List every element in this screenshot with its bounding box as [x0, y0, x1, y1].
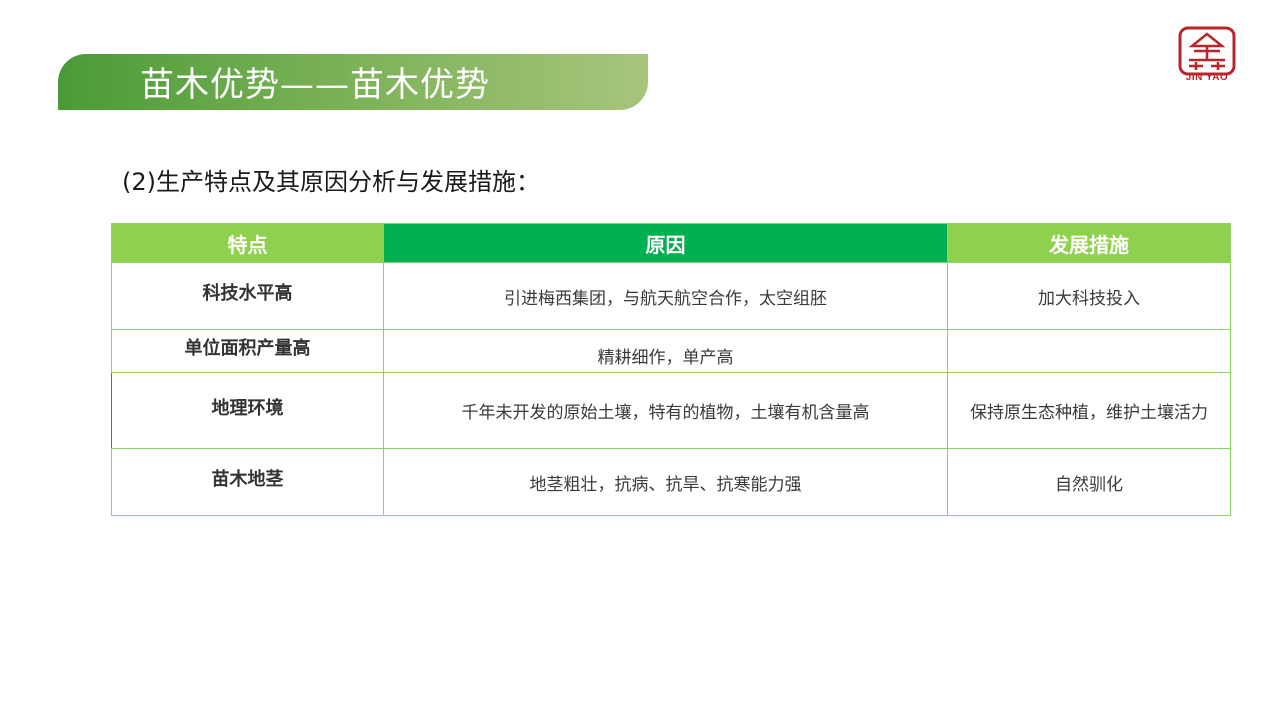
measure-cell: 加大科技投入: [947, 262, 1231, 330]
logo-caption: JIN YAO: [1185, 72, 1229, 83]
reason-cell: 地茎粗壮，抗病、抗旱、抗寒能力强: [383, 448, 948, 516]
header-feature: 特点: [111, 223, 384, 263]
reason-text: 地茎粗壮，抗病、抗旱、抗寒能力强: [529, 474, 802, 495]
measure-text: 保持原生态种植，维护土壤活力: [970, 403, 1208, 423]
table-row: 地理环境 千年未开发的原始土壤，特有的植物，土壤有机含量高 保持原生态种植，维护…: [111, 372, 1231, 449]
header-measure: 发展措施: [947, 223, 1231, 263]
reason-cell: 引进梅西集团，与航天航空合作，太空组胚: [383, 262, 948, 330]
page-title: 苗木优势——苗木优势: [140, 65, 490, 105]
measure-cell: 保持原生态种植，维护土壤活力: [947, 372, 1231, 449]
table-header-row: 特点 原因 发展措施: [111, 223, 1231, 263]
table-row: 科技水平高 引进梅西集团，与航天航空合作，太空组胚 加大科技投入: [111, 262, 1231, 330]
measure-text: 自然驯化: [1055, 474, 1123, 495]
feature-cell: 苗木地茎: [111, 448, 384, 516]
feature-cell: 科技水平高: [111, 262, 384, 330]
feature-text: 单位面积产量高: [184, 338, 311, 359]
section-subtitle: (2)生产特点及其原因分析与发展措施：: [122, 168, 540, 196]
reason-text: 引进梅西集团，与航天航空合作，太空组胚: [504, 288, 827, 309]
measure-cell: 自然驯化: [947, 448, 1231, 516]
feature-cell: 地理环境: [111, 372, 384, 449]
reason-text: 千年未开发的原始土壤，特有的植物，土壤有机含量高: [461, 403, 870, 423]
features-table: 特点 原因 发展措施 科技水平高 引进梅西集团，与航天航空合作，太空组胚 加大科…: [111, 223, 1231, 516]
reason-cell: 千年未开发的原始土壤，特有的植物，土壤有机含量高: [383, 372, 948, 449]
table-row: 单位面积产量高 精耕细作，单产高: [111, 329, 1231, 373]
feature-text: 地理环境: [211, 397, 284, 419]
measure-text: 加大科技投入: [1038, 288, 1140, 309]
feature-text: 苗木地茎: [211, 469, 284, 490]
reason-text: 精耕细作，单产高: [597, 347, 734, 368]
reason-cell: 精耕细作，单产高: [383, 329, 948, 373]
measure-cell: [947, 329, 1231, 373]
table-row: 苗木地茎 地茎粗壮，抗病、抗旱、抗寒能力强 自然驯化: [111, 448, 1231, 516]
feature-cell: 单位面积产量高: [111, 329, 384, 373]
feature-text: 科技水平高: [202, 283, 293, 304]
header-reason: 原因: [383, 223, 948, 263]
